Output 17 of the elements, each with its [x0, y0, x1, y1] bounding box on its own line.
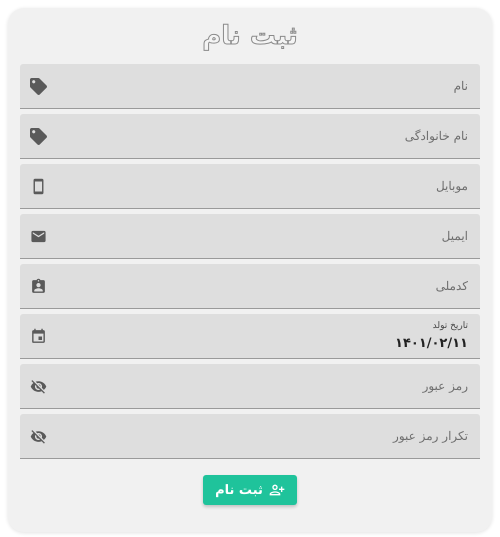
eye-off-icon[interactable] [30, 378, 47, 395]
input-field[interactable]: نام [20, 64, 480, 109]
calendar-icon [30, 328, 47, 345]
field-label: تاریخ تولد [432, 320, 468, 332]
tag-icon [30, 78, 47, 95]
input-field[interactable]: رمز عبور [20, 364, 480, 409]
envelope-icon [30, 228, 47, 245]
id-card-icon [30, 278, 47, 295]
input-field[interactable]: موبایل [20, 164, 480, 209]
input-field[interactable]: ایمیل [20, 214, 480, 259]
form-title: ثبت نام [202, 20, 298, 53]
input-field[interactable]: تکرار رمز عبور [20, 414, 480, 459]
input-field[interactable]: کدملی [20, 264, 480, 309]
person-add-icon [268, 482, 285, 498]
eye-off-icon[interactable] [30, 428, 47, 445]
tag-icon [30, 128, 47, 145]
input-field[interactable]: نام خانوادگی [20, 114, 480, 159]
